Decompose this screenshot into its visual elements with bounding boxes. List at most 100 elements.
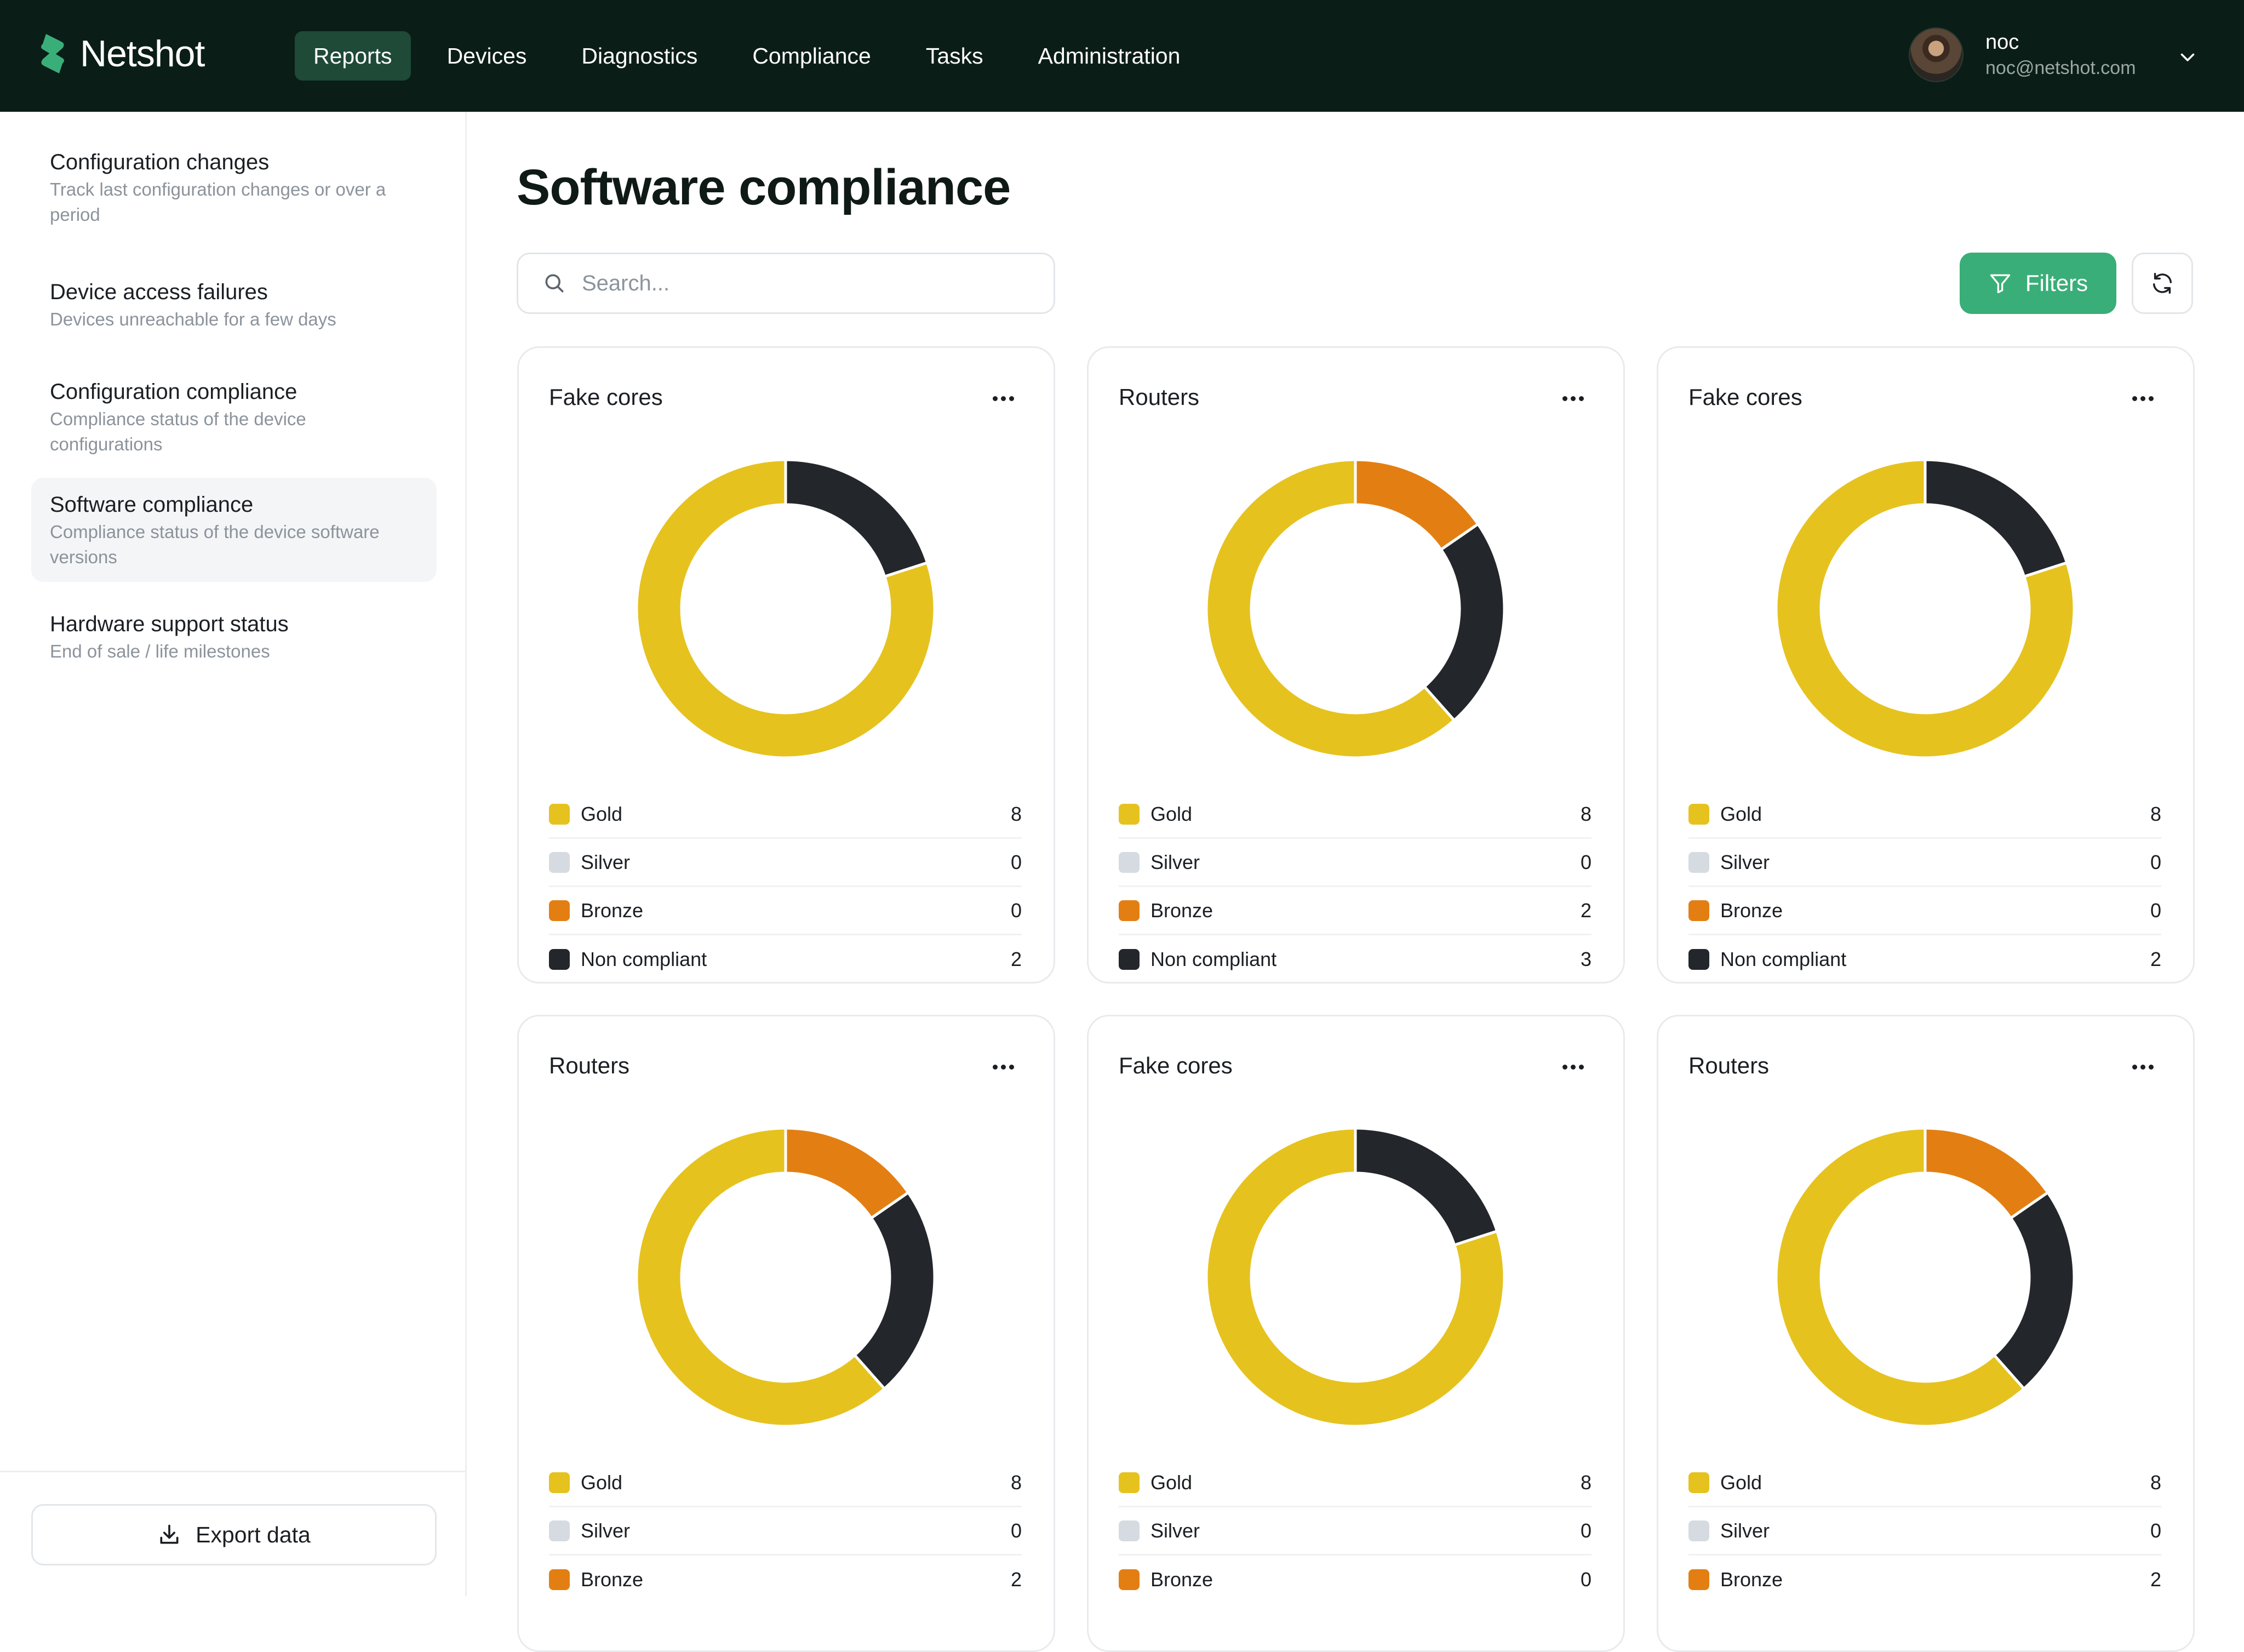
card-title: Routers (1119, 384, 1200, 410)
legend-value: 8 (2150, 802, 2161, 825)
donut-slice-non-compliant[interactable] (784, 458, 929, 579)
sidebar-item-title: Device access failures (50, 280, 268, 304)
legend-label: Gold (1720, 802, 1762, 825)
report-card: Fake cores Gold 8 Silver 0 Bronze 0 Non compli… (1657, 346, 2195, 984)
legend-value: 0 (1010, 850, 1022, 873)
refresh-button[interactable] (2132, 253, 2193, 314)
legend-row-gold[interactable]: Gold 8 (1119, 1459, 1592, 1507)
legend-row-bronze[interactable]: Bronze 0 (1119, 1556, 1592, 1604)
legend-value: 8 (1580, 1471, 1592, 1494)
more-options-icon[interactable] (989, 1065, 1014, 1070)
donut-chart (635, 458, 936, 759)
legend-row-gold[interactable]: Gold 8 (1688, 1459, 2161, 1507)
donut-slice-non-compliant[interactable] (1992, 1191, 2076, 1391)
search-input[interactable] (582, 271, 1020, 296)
report-card: Routers Gold 8 Silver 0 Bronze 2 (517, 1015, 1055, 1652)
nav-diagnostics[interactable]: Diagnostics (563, 31, 716, 81)
sidebar-item-desc: Compliance status of the device software… (50, 522, 380, 567)
legend-label: Bronze (1720, 1568, 1783, 1591)
sidebar-item-configuration-changes[interactable]: Configuration changes Track last configu… (31, 135, 437, 239)
legend-row-silver[interactable]: Silver 0 (549, 839, 1022, 887)
chart-legend: Gold 8 Silver 0 Bronze 0 Non compliant 2 (549, 791, 1022, 982)
main-nav: Reports Devices Diagnostics Compliance T… (295, 31, 1216, 81)
legend-value: 2 (2150, 1568, 2161, 1591)
donut-chart (1205, 1127, 1506, 1428)
legend-row-gold[interactable]: Gold 8 (549, 791, 1022, 839)
filter-icon (1990, 274, 2010, 294)
legend-swatch (549, 900, 570, 921)
legend-value: 0 (1010, 899, 1022, 922)
sidebar-item-device-access-failures[interactable]: Device access failures Devices unreachab… (31, 265, 437, 344)
legend-value: 0 (1580, 1519, 1592, 1542)
legend-label: Bronze (1150, 899, 1213, 922)
legend-row-bronze[interactable]: Bronze 0 (549, 887, 1022, 935)
nav-administration[interactable]: Administration (1020, 31, 1199, 81)
legend-row-silver[interactable]: Silver 0 (1119, 1507, 1592, 1556)
legend-row-silver[interactable]: Silver 0 (1688, 839, 2161, 887)
legend-value: 0 (2150, 899, 2161, 922)
legend-row-gold[interactable]: Gold 8 (549, 1459, 1022, 1507)
refresh-icon (2153, 273, 2172, 294)
legend-row-bronze[interactable]: Bronze 2 (549, 1556, 1022, 1604)
donut-slice-non-compliant[interactable] (852, 1191, 936, 1391)
search-icon (545, 274, 564, 293)
donut-slice-non-compliant[interactable] (1924, 458, 2069, 579)
legend-value: 0 (1580, 1568, 1592, 1591)
sidebar-item-hardware-support-status[interactable]: Hardware support status End of sale / li… (31, 597, 437, 676)
filters-label: Filters (2025, 270, 2088, 296)
more-options-icon[interactable] (1559, 1065, 1584, 1070)
legend-value: 8 (1580, 802, 1592, 825)
more-options-icon[interactable] (1559, 396, 1584, 401)
legend-swatch (1119, 949, 1140, 970)
sidebar-item-software-compliance[interactable]: Software compliance Compliance status of… (31, 478, 437, 582)
legend-row-non-compliant[interactable]: Non compliant 2 (549, 935, 1022, 982)
legend-row-gold[interactable]: Gold 8 (1688, 791, 2161, 839)
brand[interactable]: Netshot (37, 32, 205, 76)
legend-row-bronze[interactable]: Bronze 2 (1688, 1556, 2161, 1604)
legend-row-non-compliant[interactable]: Non compliant 2 (1688, 935, 2161, 982)
search-box[interactable] (517, 253, 1055, 314)
more-options-icon[interactable] (2129, 396, 2154, 401)
export-data-button[interactable]: Export data (31, 1504, 437, 1565)
legend-row-silver[interactable]: Silver 0 (1688, 1507, 2161, 1556)
sidebar-footer: Export data (0, 1471, 465, 1596)
nav-compliance[interactable]: Compliance (734, 31, 890, 81)
legend-value: 8 (2150, 1471, 2161, 1494)
legend-swatch (1119, 1520, 1140, 1541)
sidebar-item-configuration-compliance[interactable]: Configuration compliance Compliance stat… (31, 365, 437, 469)
nav-devices[interactable]: Devices (428, 31, 546, 81)
legend-row-non-compliant[interactable]: Non compliant 3 (1119, 935, 1592, 982)
more-options-icon[interactable] (2129, 1065, 2154, 1070)
filters-button[interactable]: Filters (1960, 253, 2116, 314)
legend-label: Silver (1150, 850, 1200, 873)
nav-reports[interactable]: Reports (295, 31, 411, 81)
legend-row-silver[interactable]: Silver 0 (1119, 839, 1592, 887)
user-menu[interactable]: noc noc@netshot.com (1909, 27, 2136, 82)
legend-row-gold[interactable]: Gold 8 (1119, 791, 1592, 839)
legend-row-silver[interactable]: Silver 0 (549, 1507, 1022, 1556)
legend-row-bronze[interactable]: Bronze 0 (1688, 887, 2161, 935)
app-name: Netshot (80, 33, 205, 75)
card-title: Routers (1688, 1053, 1770, 1078)
netshot-logo-icon (41, 34, 64, 73)
chart-legend: Gold 8 Silver 0 Bronze 2 (1688, 1459, 2161, 1604)
card-title: Fake cores (1119, 1053, 1233, 1078)
legend-value: 2 (1010, 1568, 1022, 1591)
legend-label: Gold (1150, 802, 1193, 825)
nav-tasks[interactable]: Tasks (907, 31, 1002, 81)
download-icon (160, 1524, 179, 1544)
legend-row-bronze[interactable]: Bronze 2 (1119, 887, 1592, 935)
legend-label: Non compliant (1720, 948, 1847, 970)
donut-slice-non-compliant[interactable] (1422, 522, 1506, 723)
legend-swatch (1119, 851, 1140, 873)
legend-value: 8 (1010, 1471, 1022, 1494)
legend-label: Gold (1720, 1471, 1762, 1494)
legend-swatch (1119, 1569, 1140, 1590)
donut-slice-non-compliant[interactable] (1354, 1127, 1499, 1247)
chart-legend: Gold 8 Silver 0 Bronze 2 Non compliant 3 (1119, 791, 1592, 982)
more-options-icon[interactable] (989, 396, 1014, 401)
chevron-down-icon[interactable] (2178, 47, 2197, 67)
legend-value: 2 (1580, 899, 1592, 922)
legend-value: 0 (2150, 1519, 2161, 1542)
avatar[interactable] (1909, 27, 1964, 82)
